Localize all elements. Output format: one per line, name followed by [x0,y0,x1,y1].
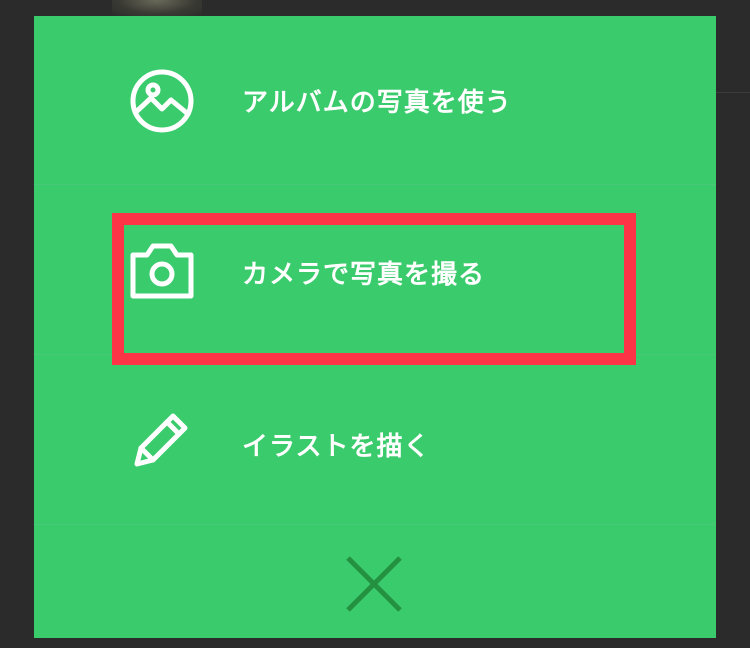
divider [34,524,716,525]
use-album-photo-label: アルバムの写真を使う [242,88,512,118]
close-button[interactable] [334,546,414,626]
pencil-icon [129,406,195,472]
image-icon [129,68,195,134]
highlight-box [112,213,636,365]
close-icon [345,555,403,617]
draw-illustration-option[interactable]: イラストを描く [34,356,716,526]
draw-illustration-label: イラストを描く [242,432,431,462]
use-album-photo-option[interactable]: アルバムの写真を使う [34,16,716,186]
backdrop-photo-peek [112,0,202,16]
divider [34,184,716,185]
backdrop-divider [716,92,750,93]
